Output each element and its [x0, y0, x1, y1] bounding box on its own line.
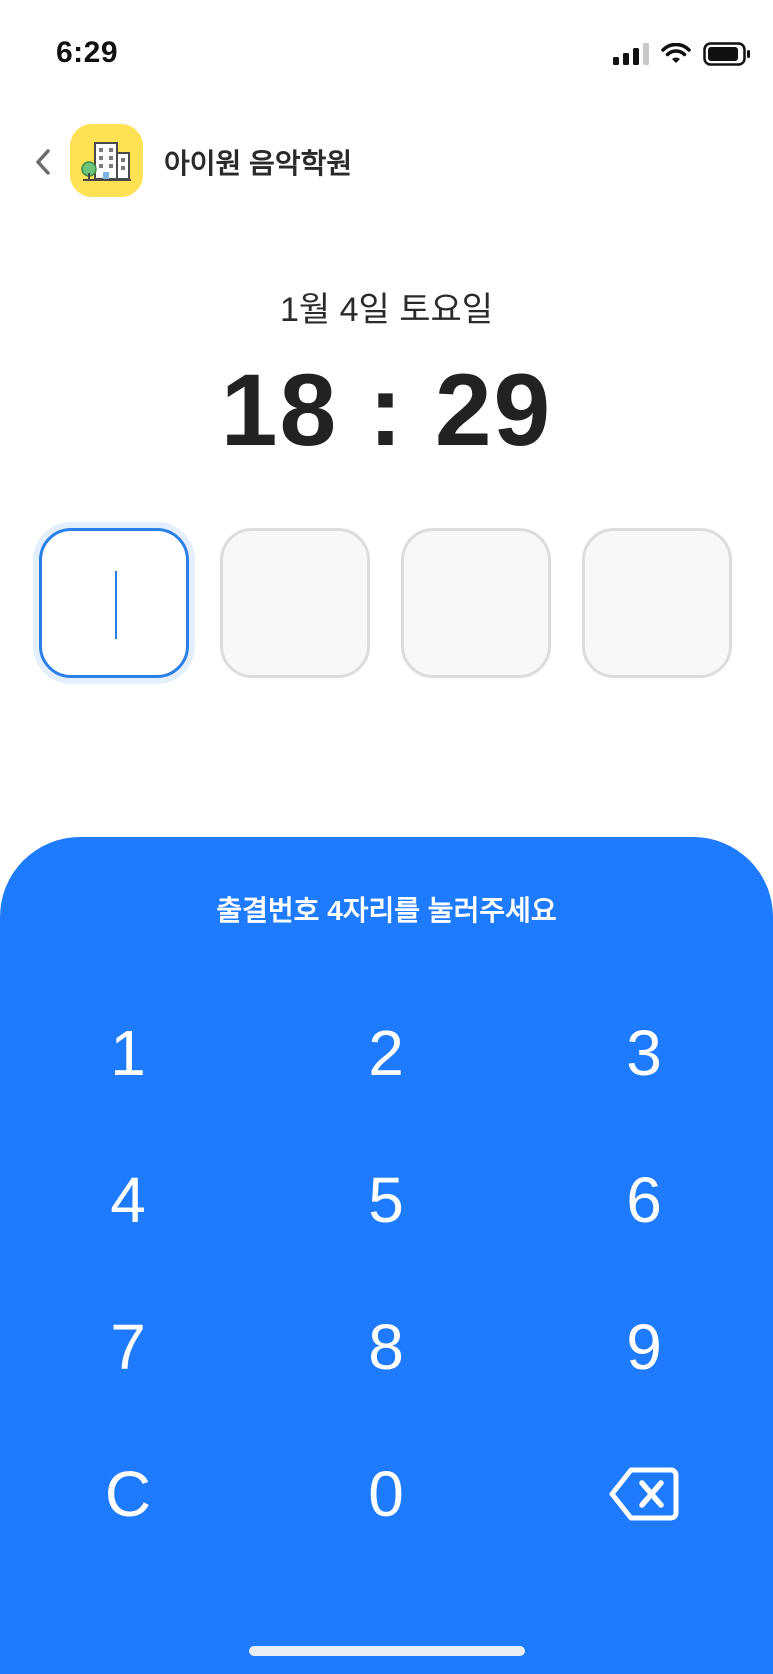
status-icons [613, 42, 751, 66]
backspace-icon [609, 1467, 679, 1521]
status-time: 6:29 [56, 36, 119, 69]
battery-icon [703, 42, 751, 66]
backspace-key[interactable] [544, 1434, 744, 1554]
chevron-left-icon [36, 149, 50, 175]
header: 아이원 음악학원 [0, 120, 773, 204]
pin-box-4[interactable] [582, 528, 732, 678]
pin-input-row [39, 528, 734, 678]
keypad-panel: 출결번호 4자리를 눌러주세요 1 2 3 4 5 6 7 8 9 C 0 [0, 837, 773, 1674]
key-1[interactable]: 1 [28, 993, 228, 1113]
key-5[interactable]: 5 [286, 1140, 486, 1260]
key-0[interactable]: 0 [286, 1434, 486, 1554]
current-time: 18 : 29 [220, 353, 553, 467]
key-3[interactable]: 3 [544, 993, 744, 1113]
key-6[interactable]: 6 [544, 1140, 744, 1260]
back-button[interactable] [26, 140, 60, 184]
date-label: 1월 4일 토요일 [279, 291, 494, 329]
key-2[interactable]: 2 [286, 993, 486, 1113]
key-8[interactable]: 8 [286, 1287, 486, 1407]
building-icon [80, 141, 131, 181]
key-7[interactable]: 7 [28, 1287, 228, 1407]
pin-box-1[interactable] [39, 528, 189, 678]
key-9[interactable]: 9 [544, 1287, 744, 1407]
pin-box-3[interactable] [401, 528, 551, 678]
academy-logo [70, 124, 143, 197]
clear-key[interactable]: C [28, 1434, 228, 1554]
status-bar: 6:29 [0, 0, 773, 110]
text-caret [115, 571, 117, 639]
cellular-signal-icon [613, 43, 649, 65]
home-indicator [249, 1646, 525, 1656]
wifi-icon [661, 43, 691, 65]
key-4[interactable]: 4 [28, 1140, 228, 1260]
keypad-hint: 출결번호 4자리를 눌러주세요 [216, 895, 557, 926]
academy-name: 아이원 음악학원 [164, 148, 353, 179]
pin-box-2[interactable] [220, 528, 370, 678]
